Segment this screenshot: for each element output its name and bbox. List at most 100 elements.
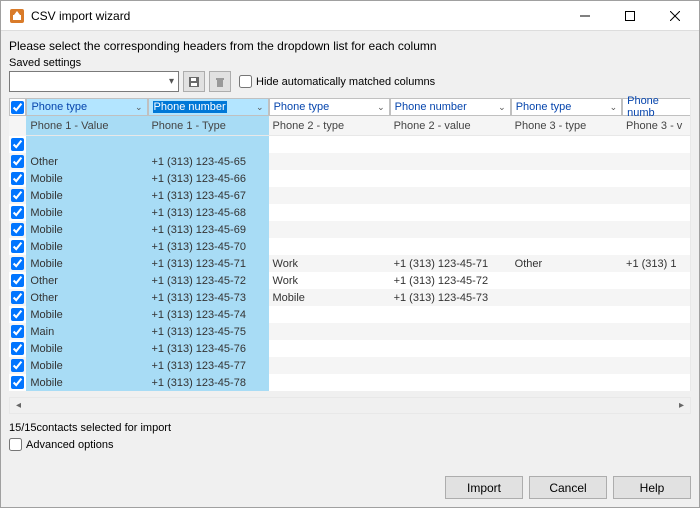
- cell: [147, 136, 268, 153]
- column-mapping-6[interactable]: Phone numb: [622, 98, 690, 116]
- horizontal-scrollbar[interactable]: ◂ ▸: [9, 397, 691, 414]
- cell: [390, 323, 511, 340]
- table-row: Other+1 (313) 123-45-65: [9, 153, 690, 170]
- cell: +1 (313) 123-45-76: [147, 340, 268, 357]
- table-row: Mobile+1 (313) 123-45-74: [9, 306, 690, 323]
- chevron-down-icon: ⌄: [377, 102, 385, 113]
- cell: [511, 323, 622, 340]
- cell: +1 (313) 123-45-78: [147, 374, 268, 391]
- mapping-grid: Phone type⌄ Phone number⌄ Phone type⌄ Ph…: [9, 98, 691, 391]
- cell: [511, 153, 622, 170]
- cell: [511, 170, 622, 187]
- saved-settings-label: Saved settings: [9, 57, 691, 69]
- cell: [622, 170, 690, 187]
- cancel-button[interactable]: Cancel: [529, 476, 607, 499]
- table-row: Mobile+1 (313) 123-45-67: [9, 187, 690, 204]
- cell: [269, 204, 390, 221]
- chevron-down-icon: ⌄: [135, 102, 143, 113]
- cell: [390, 357, 511, 374]
- cell: [269, 238, 390, 255]
- delete-settings-button[interactable]: [209, 71, 231, 92]
- save-settings-button[interactable]: [183, 71, 205, 92]
- cell: [622, 272, 690, 289]
- cell: +1 (313) 123-45-72: [390, 272, 511, 289]
- source-header-6: Phone 3 - v: [622, 116, 690, 136]
- status-text: 15/15contacts selected for import: [1, 414, 699, 438]
- hide-matched-checkbox[interactable]: [239, 75, 252, 88]
- cell: [511, 204, 622, 221]
- row-checkbox[interactable]: [11, 325, 24, 338]
- advanced-options-checkbox[interactable]: [9, 438, 22, 451]
- cell: [390, 306, 511, 323]
- row-checkbox[interactable]: [11, 291, 24, 304]
- cell: [269, 187, 390, 204]
- cell: [511, 374, 622, 391]
- table-row: Mobile+1 (313) 123-45-71Work+1 (313) 123…: [9, 255, 690, 272]
- saved-settings-combo[interactable]: ▾: [9, 71, 179, 92]
- column-mapping-2[interactable]: Phone number⌄: [148, 98, 269, 116]
- row-checkbox[interactable]: [11, 155, 24, 168]
- cell: [511, 340, 622, 357]
- row-checkbox[interactable]: [11, 359, 24, 372]
- cell: Mobile: [26, 255, 147, 272]
- column-mapping-1[interactable]: Phone type⌄: [26, 98, 147, 116]
- cell: [26, 136, 147, 153]
- table-row: [9, 136, 690, 153]
- row-checkbox[interactable]: [11, 138, 24, 151]
- minimize-button[interactable]: [562, 1, 607, 30]
- help-button[interactable]: Help: [613, 476, 691, 499]
- cell: Mobile: [26, 204, 147, 221]
- cell: +1 (313) 123-45-72: [147, 272, 268, 289]
- table-row: Main+1 (313) 123-45-75: [9, 323, 690, 340]
- chevron-down-icon: ⌄: [498, 102, 506, 113]
- mapping-header-row: Phone type⌄ Phone number⌄ Phone type⌄ Ph…: [9, 98, 690, 116]
- csv-import-wizard-window: CSV import wizard Please select the corr…: [0, 0, 700, 508]
- row-checkbox[interactable]: [11, 240, 24, 253]
- cell: [390, 238, 511, 255]
- row-checkbox[interactable]: [11, 257, 24, 270]
- source-header-row: Phone 1 - Value Phone 1 - Type Phone 2 -…: [9, 116, 690, 136]
- window-controls: [562, 1, 697, 30]
- cell: [622, 340, 690, 357]
- row-checkbox[interactable]: [11, 342, 24, 355]
- advanced-options-wrap[interactable]: Advanced options: [1, 438, 699, 459]
- row-checkbox[interactable]: [11, 189, 24, 202]
- hide-matched-checkbox-wrap[interactable]: Hide automatically matched columns: [239, 75, 435, 88]
- cell: [390, 170, 511, 187]
- chevron-down-icon: ⌄: [256, 102, 264, 113]
- column-mapping-4[interactable]: Phone number⌄: [390, 98, 511, 116]
- cell: +1 (313) 123-45-75: [147, 323, 268, 340]
- row-checkbox[interactable]: [11, 376, 24, 389]
- cell: [269, 340, 390, 357]
- select-all-checkbox[interactable]: [11, 101, 24, 114]
- instruction-text: Please select the corresponding headers …: [1, 31, 699, 57]
- cell: [511, 187, 622, 204]
- scroll-left-icon[interactable]: ◂: [10, 398, 27, 413]
- row-checkbox[interactable]: [11, 223, 24, 236]
- cell: [390, 187, 511, 204]
- row-checkbox[interactable]: [11, 206, 24, 219]
- cell: [269, 153, 390, 170]
- scroll-right-icon[interactable]: ▸: [673, 398, 690, 413]
- cell: [622, 136, 690, 153]
- cell: [511, 357, 622, 374]
- import-button[interactable]: Import: [445, 476, 523, 499]
- maximize-button[interactable]: [607, 1, 652, 30]
- column-mapping-5[interactable]: Phone type⌄: [511, 98, 622, 116]
- row-checkbox[interactable]: [11, 172, 24, 185]
- row-checkbox[interactable]: [11, 308, 24, 321]
- cell: +1 (313) 123-45-71: [390, 255, 511, 272]
- app-icon: [9, 8, 25, 24]
- column-mapping-3[interactable]: Phone type⌄: [269, 98, 390, 116]
- source-header-3: Phone 2 - type: [269, 116, 390, 136]
- cell: +1 (313) 123-45-65: [147, 153, 268, 170]
- row-checkbox[interactable]: [11, 274, 24, 287]
- titlebar: CSV import wizard: [1, 1, 699, 31]
- cell: [511, 136, 622, 153]
- cell: [511, 221, 622, 238]
- table-row: Mobile+1 (313) 123-45-66: [9, 170, 690, 187]
- cell: [269, 323, 390, 340]
- cell: Main: [26, 323, 147, 340]
- advanced-options-label: Advanced options: [26, 439, 113, 451]
- close-button[interactable]: [652, 1, 697, 30]
